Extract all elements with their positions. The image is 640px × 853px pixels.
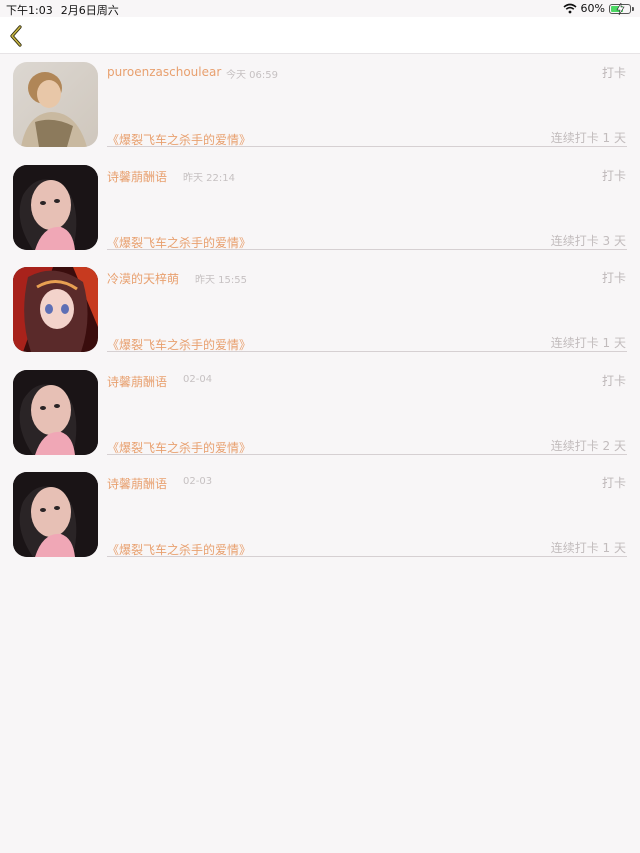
user-name[interactable]: 诗馨萠酬语 — [107, 168, 167, 185]
battery-cap — [632, 6, 634, 11]
list-item[interactable]: 诗馨萠酬语 02-04 打卡 《爆裂飞车之杀手的爱情》 连续打卡 2 天 — [0, 362, 640, 465]
list-item[interactable]: 诗馨萠酬语 昨天 22:14 打卡 《爆裂飞车之杀手的爱情》 连续打卡 3 天 — [0, 157, 640, 260]
status-time: 下午1:03 — [6, 4, 53, 17]
list-item[interactable]: 冷漠的天梓萌 昨天 15:55 打卡 《爆裂飞车之杀手的爱情》 连续打卡 1 天 — [0, 259, 640, 362]
nav-bar — [0, 17, 640, 54]
list-item[interactable]: 诗馨萠酬语 02-03 打卡 《爆裂飞车之杀手的爱情》 连续打卡 1 天 — [0, 464, 640, 567]
streak-text: 连续打卡 1 天 — [550, 541, 626, 555]
divider — [107, 248, 627, 250]
user-name[interactable]: 诗馨萠酬语 — [107, 475, 167, 492]
status-bar: 下午1:03 2月6日周六 60% — [0, 0, 640, 17]
avatar[interactable] — [13, 62, 98, 147]
avatar-photo-woman-darkhair — [13, 164, 98, 250]
streak-text: 连续打卡 3 天 — [550, 233, 626, 248]
list-item[interactable]: puroenzaschoulear 今天 06:59 打卡 《爆裂飞车之杀手的爱… — [0, 54, 640, 157]
checkin-type: 打卡 — [601, 476, 626, 490]
user-name[interactable]: puroenzaschoulear — [107, 65, 221, 79]
avatar[interactable] — [13, 164, 98, 250]
status-date: 2月6日周六 — [60, 4, 119, 17]
avatar-anime-girl — [13, 267, 98, 352]
status-right: 60% — [563, 2, 634, 15]
charging-bolt-icon — [616, 2, 625, 15]
post-time: 昨天 22:14 — [183, 172, 235, 184]
post-time: 今天 06:59 — [226, 70, 278, 81]
divider — [107, 556, 627, 557]
divider — [107, 453, 627, 455]
avatar-photo-woman-blonde — [13, 62, 98, 147]
chevron-left-icon — [10, 25, 22, 47]
wifi-icon — [563, 3, 577, 14]
streak-text: 连续打卡 1 天 — [550, 131, 626, 145]
checkin-type: 打卡 — [601, 373, 626, 388]
battery-icon — [609, 2, 631, 15]
status-left: 下午1:03 2月6日周六 — [6, 2, 119, 18]
avatar[interactable] — [13, 369, 98, 455]
user-name[interactable]: 冷漠的天梓萌 — [107, 270, 179, 287]
avatar-photo-woman-darkhair — [13, 472, 98, 557]
back-button[interactable] — [6, 23, 30, 49]
post-time: 昨天 15:55 — [195, 275, 247, 286]
avatar[interactable] — [13, 472, 98, 557]
battery-percent: 60% — [580, 2, 605, 15]
checkin-type: 打卡 — [601, 271, 626, 285]
post-time: 02-03 — [183, 476, 213, 487]
divider — [107, 351, 627, 352]
checkin-type: 打卡 — [601, 66, 626, 80]
checkin-type: 打卡 — [601, 168, 626, 183]
post-time: 02-04 — [183, 373, 213, 385]
streak-text: 连续打卡 1 天 — [550, 336, 626, 350]
streak-text: 连续打卡 2 天 — [550, 438, 626, 453]
user-name[interactable]: 诗馨萠酬语 — [107, 373, 167, 390]
avatar-photo-woman-darkhair — [13, 369, 98, 455]
checkin-list: puroenzaschoulear 今天 06:59 打卡 《爆裂飞车之杀手的爱… — [0, 54, 640, 567]
avatar[interactable] — [13, 267, 98, 352]
divider — [107, 146, 627, 147]
